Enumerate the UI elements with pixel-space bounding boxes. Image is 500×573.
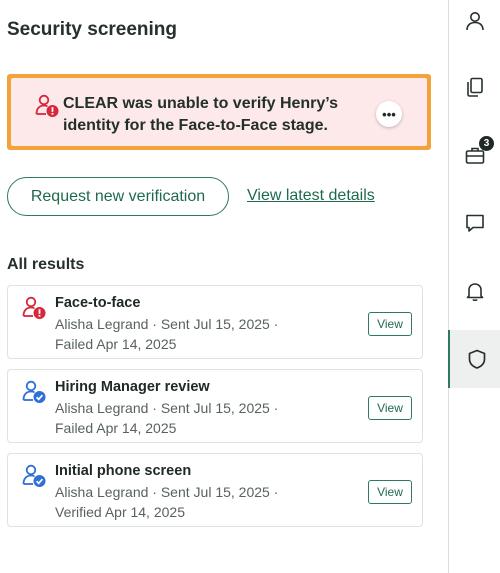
- page-title: Security screening: [7, 19, 178, 40]
- right-icon-rail: 3: [448, 0, 500, 573]
- result-card: Face-to-face Alisha Legrand · Sent Jul 1…: [7, 285, 423, 359]
- result-meta: Alisha Legrand · Sent Jul 15, 2025 ·: [55, 316, 279, 332]
- result-title: Initial phone screen: [55, 463, 192, 479]
- rail-item-security[interactable]: [448, 330, 500, 388]
- rail-item-documents[interactable]: [449, 58, 500, 116]
- shield-icon: [468, 349, 485, 369]
- user-error-icon: [22, 296, 46, 319]
- request-verification-button[interactable]: Request new verification: [7, 177, 229, 216]
- result-title: Hiring Manager review: [55, 379, 210, 395]
- alert-banner: CLEAR was unable to verify Henry’s ident…: [7, 74, 431, 150]
- view-latest-details-link[interactable]: View latest details: [247, 187, 375, 205]
- user-verified-icon: [22, 380, 46, 403]
- notification-badge: 3: [479, 136, 494, 151]
- rail-item-notifications[interactable]: [449, 262, 500, 320]
- view-button[interactable]: View: [368, 396, 412, 420]
- result-meta: Alisha Legrand · Sent Jul 15, 2025 ·: [55, 400, 279, 416]
- user-verified-icon: [22, 464, 46, 487]
- view-button[interactable]: View: [368, 480, 412, 504]
- result-card: Initial phone screen Alisha Legrand · Se…: [7, 453, 423, 527]
- rail-item-messages[interactable]: [449, 194, 500, 252]
- result-card: Hiring Manager review Alisha Legrand · S…: [7, 369, 423, 443]
- alert-message: CLEAR was unable to verify Henry’s ident…: [63, 95, 339, 134]
- person-icon: [466, 12, 484, 31]
- more-options-button[interactable]: •••: [376, 101, 402, 127]
- rail-item-jobs[interactable]: 3: [449, 126, 500, 184]
- documents-icon: [467, 77, 483, 97]
- security-screening-panel: Security screening CLEAR was unable to v…: [0, 0, 448, 573]
- result-status: Verified Apr 14, 2025: [55, 504, 185, 520]
- result-status: Failed Apr 14, 2025: [55, 420, 177, 436]
- rail-item-profile[interactable]: [449, 0, 500, 50]
- result-status: Failed Apr 14, 2025: [55, 336, 177, 352]
- chat-icon: [466, 214, 484, 232]
- bell-icon: [466, 283, 484, 302]
- results-heading: All results: [7, 256, 85, 273]
- result-meta: Alisha Legrand · Sent Jul 15, 2025 ·: [55, 484, 279, 500]
- view-button[interactable]: View: [368, 312, 412, 336]
- result-title: Face-to-face: [55, 295, 141, 311]
- user-error-icon: [35, 94, 59, 117]
- ellipsis-icon: •••: [382, 106, 396, 122]
